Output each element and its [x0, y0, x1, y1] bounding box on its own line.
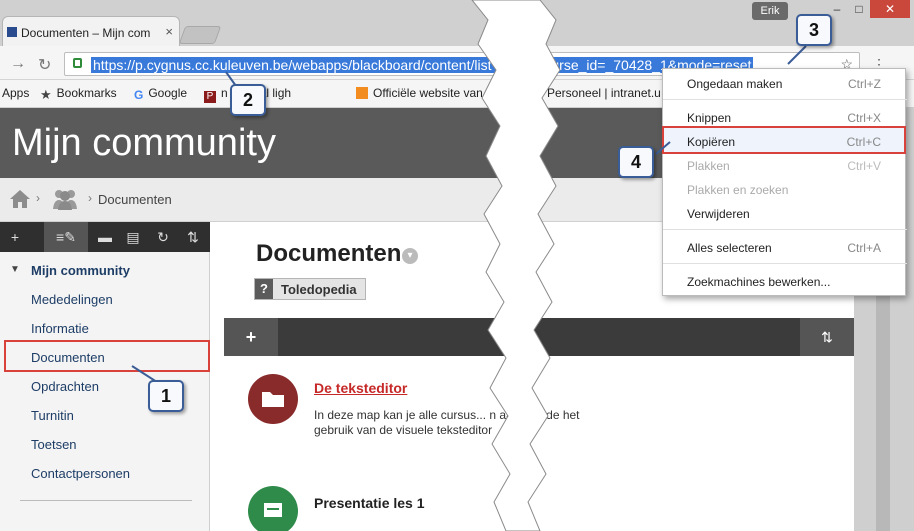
callout-1: 1 [148, 380, 184, 412]
callout-2: 2 [230, 84, 266, 116]
callout-4: 4 [618, 146, 654, 178]
callout-pointers [131, 45, 807, 385]
callout-3: 3 [796, 14, 832, 46]
